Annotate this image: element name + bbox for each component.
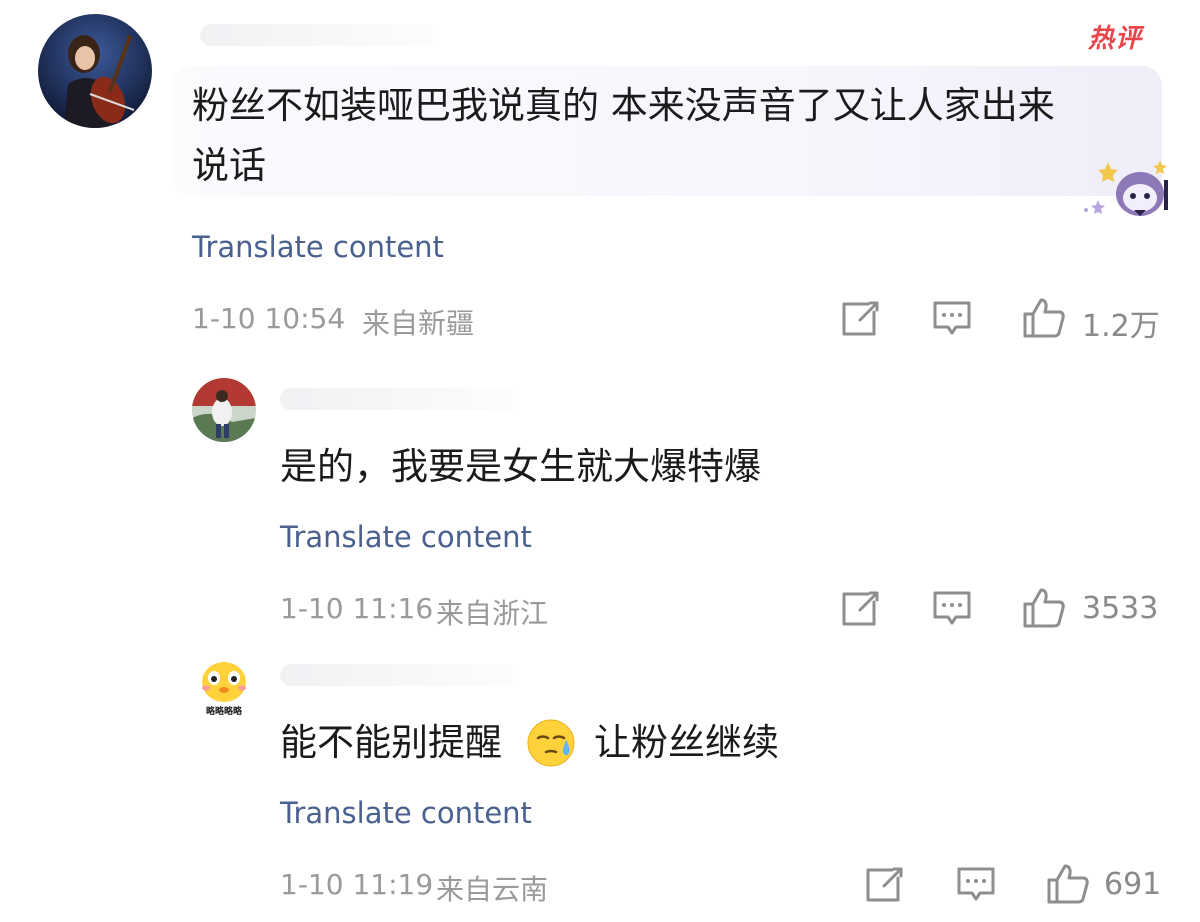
username-blurred[interactable] [280,664,520,686]
like-count: 1.2万 [1082,309,1160,344]
avatar[interactable] [38,14,152,128]
share-icon[interactable] [840,300,880,338]
translate-content-link[interactable]: Translate content [280,796,532,830]
sweat-emoji-icon [526,718,576,768]
comment-location: 来自新疆 [362,307,475,340]
reply-text: 是的，我要是女生就大爆特爆 [280,445,761,488]
reply-location: 来自云南 [436,873,549,906]
avatar[interactable]: 略略略略 [192,656,256,720]
username-blurred[interactable] [200,24,440,46]
comment-icon[interactable] [932,589,972,629]
like-icon[interactable] [1022,587,1066,629]
avatar[interactable] [192,378,256,442]
share-icon[interactable] [864,866,904,904]
comment-timestamp: 1-10 10:54 [192,302,346,335]
reply-text: 能不能别提醒 [280,721,502,764]
comment-text-continued: 说话 [192,144,266,187]
like-count: 691 [1104,867,1162,902]
reply-location: 来自浙江 [436,597,549,630]
comment-text: 粉丝不如装哑巴我说真的 本来没声音了又让人家出来 [192,84,1055,127]
translate-content-link[interactable]: Translate content [192,230,444,264]
username-blurred[interactable] [280,388,520,410]
translate-content-link[interactable]: Translate content [280,520,532,554]
avatar-caption: 略略略略 [205,707,242,717]
comment-icon[interactable] [956,865,996,905]
comment-icon[interactable] [932,299,972,339]
reply-text-continued: 让粉丝继续 [594,721,779,764]
like-count: 3533 [1082,591,1159,626]
character-sticker-icon [1078,156,1178,224]
reply-timestamp: 1-10 11:16 [280,592,434,625]
like-icon[interactable] [1046,863,1090,905]
reply-timestamp: 1-10 11:19 [280,868,434,901]
like-icon[interactable] [1022,297,1066,339]
hot-comment-badge: 热评 [1088,24,1143,54]
share-icon[interactable] [840,590,880,628]
